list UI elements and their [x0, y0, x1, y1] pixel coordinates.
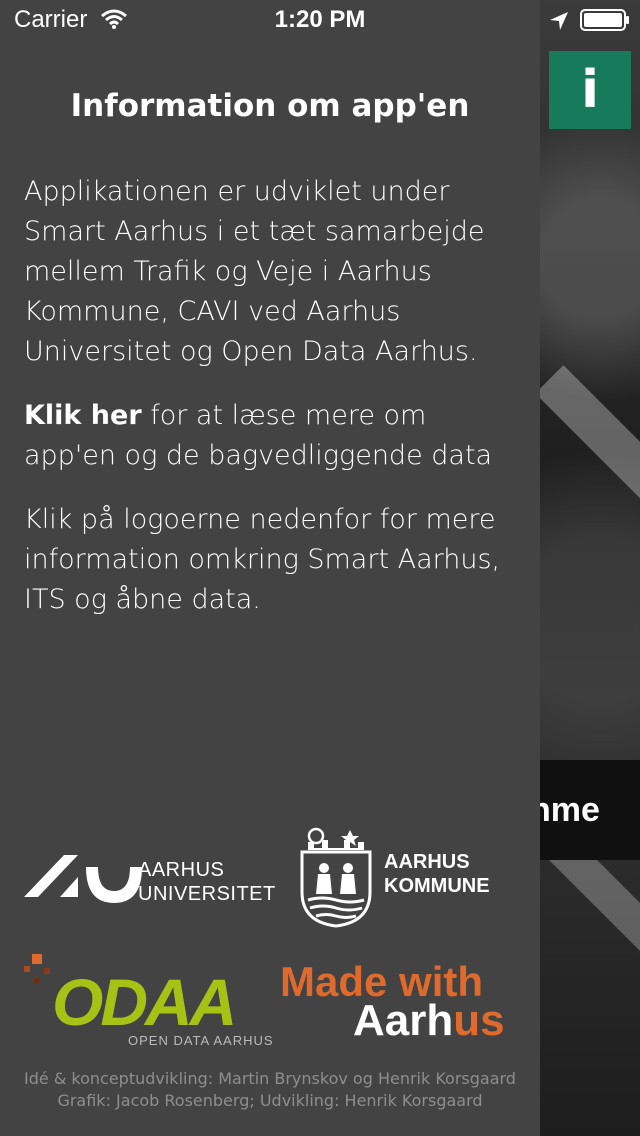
aarhus-universitet-text: AARHUS UNIVERSITET [138, 858, 276, 906]
mwa-us: us [453, 996, 505, 1045]
odaa-subtitle: OPEN DATA AARHUS [128, 1033, 274, 1048]
logos-hint-paragraph: Klik på logoerne nedenfor for mere infor… [24, 504, 501, 615]
aarhus-kommune-emblem[interactable] [298, 826, 374, 928]
background-banner-text: nme [540, 790, 600, 829]
info-button[interactable]: i [549, 51, 631, 129]
info-panel: Information om app'en Applikationen er u… [0, 0, 540, 1136]
aarhus-kommune-text: AARHUS KOMMUNE [384, 850, 490, 898]
about-paragraph: Applikationen er udviklet under Smart Aa… [24, 176, 485, 367]
made-with-aarhus-logo-line2[interactable]: Aarhus [353, 996, 505, 1046]
battery-icon [580, 9, 629, 31]
credits: Idé & konceptudvikling: Martin Brynskov … [0, 1068, 540, 1112]
ak-line1: AARHUS [384, 851, 470, 873]
read-more-paragraph: Klik her for at læse mere om app'en og d… [24, 396, 520, 476]
klik-her-link[interactable]: Klik her [24, 400, 142, 431]
status-bar: Carrier 1:20 PM [0, 0, 640, 40]
credits-line1: Idé & konceptudvikling: Martin Brynskov … [24, 1069, 516, 1088]
odaa-wordmark: ODAA [52, 965, 237, 1039]
mwa-aarh: Aarh [353, 996, 454, 1045]
info-icon: i [581, 60, 599, 120]
panel-title: Information om app'en [70, 88, 470, 124]
ak-line2: KOMMUNE [384, 875, 490, 897]
au-line1: AARHUS [138, 859, 225, 881]
location-arrow-icon [550, 12, 568, 30]
status-time: 1:20 PM [274, 6, 366, 33]
au-line2: UNIVERSITET [138, 883, 276, 905]
credits-line2: Grafik: Jacob Rosenberg; Udvikling: Henr… [57, 1091, 483, 1110]
background-banner: nme [540, 760, 640, 860]
